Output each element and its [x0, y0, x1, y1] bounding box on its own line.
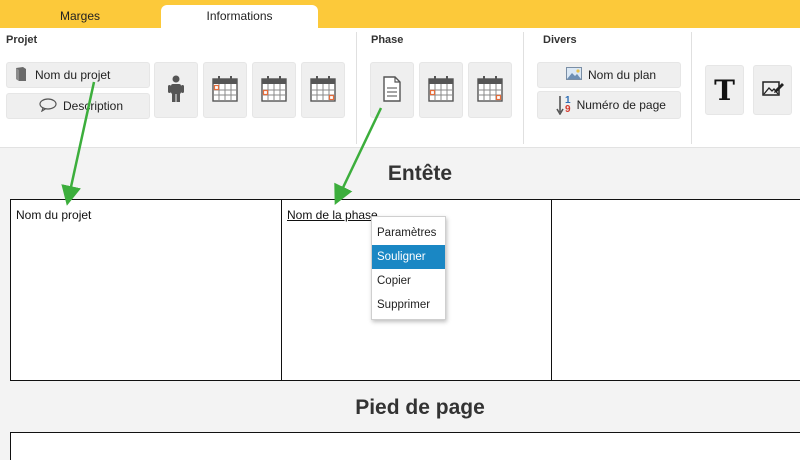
description-button[interactable]: Description: [6, 93, 150, 119]
tab-marges[interactable]: Marges: [0, 5, 160, 28]
edit-image-icon: [761, 79, 784, 102]
document-button[interactable]: [370, 62, 414, 118]
person-button[interactable]: [154, 62, 198, 118]
header-cell-text: Nom du projet: [16, 208, 92, 222]
speech-bubble-icon: [39, 97, 57, 115]
ribbon-separator: [691, 32, 692, 144]
tab-informations[interactable]: Informations: [161, 5, 318, 28]
header-cell-text: Nom de la phase: [287, 208, 378, 222]
numero-de-page-label: Numéro de page: [576, 98, 666, 112]
person-icon: [167, 75, 185, 106]
phase-calendar-button-2[interactable]: [468, 62, 512, 118]
book-icon: [13, 66, 29, 85]
calendar-icon: [428, 75, 454, 106]
numero-de-page-button[interactable]: 1 9 Numéro de page: [537, 91, 681, 119]
group-title-phase: Phase: [371, 34, 404, 46]
ribbon-separator: [523, 32, 524, 144]
calendar-button-2[interactable]: [252, 62, 296, 118]
description-label: Description: [63, 99, 124, 113]
text-icon: T: [714, 73, 735, 107]
header-title: Entête: [387, 162, 453, 185]
group-title-projet: Projet: [6, 34, 38, 46]
edit-image-button[interactable]: [753, 65, 792, 115]
footer-grid: [10, 432, 800, 460]
calendar-icon: [261, 75, 287, 106]
calendar-button-1[interactable]: [203, 62, 247, 118]
page-number-icon: 1 9: [556, 95, 571, 115]
group-title-divers: Divers: [543, 34, 577, 46]
calendar-icon: [477, 75, 503, 106]
context-menu-souligner[interactable]: Souligner: [372, 245, 445, 269]
context-menu-copier[interactable]: Copier: [372, 269, 445, 293]
phase-calendar-button-1[interactable]: [419, 62, 463, 118]
footer-title: Pied de page: [355, 396, 485, 419]
text-button[interactable]: T: [705, 65, 744, 115]
tab-bar: Marges Informations: [0, 0, 800, 28]
context-menu-parametres[interactable]: Paramètres: [372, 221, 445, 245]
nom-du-plan-button[interactable]: Nom du plan: [537, 62, 681, 88]
header-cell-3[interactable]: [552, 200, 800, 380]
nom-du-projet-label: Nom du projet: [35, 68, 111, 82]
context-menu-supprimer[interactable]: Supprimer: [372, 293, 445, 317]
nom-du-projet-button[interactable]: Nom du projet: [6, 62, 150, 88]
nom-du-plan-label: Nom du plan: [588, 68, 657, 82]
ribbon-separator: [356, 32, 357, 144]
context-menu: Paramètres Souligner Copier Supprimer: [371, 216, 446, 320]
calendar-icon: [310, 75, 336, 106]
ribbon: Projet Nom du projet Description Phase D…: [0, 28, 800, 148]
calendar-button-3[interactable]: [301, 62, 345, 118]
image-icon: [566, 67, 582, 83]
page-number-icon-bottom: 9: [565, 104, 571, 115]
calendar-icon: [212, 75, 238, 106]
header-cell-1[interactable]: Nom du projet: [11, 200, 282, 380]
document-icon: [382, 75, 402, 105]
